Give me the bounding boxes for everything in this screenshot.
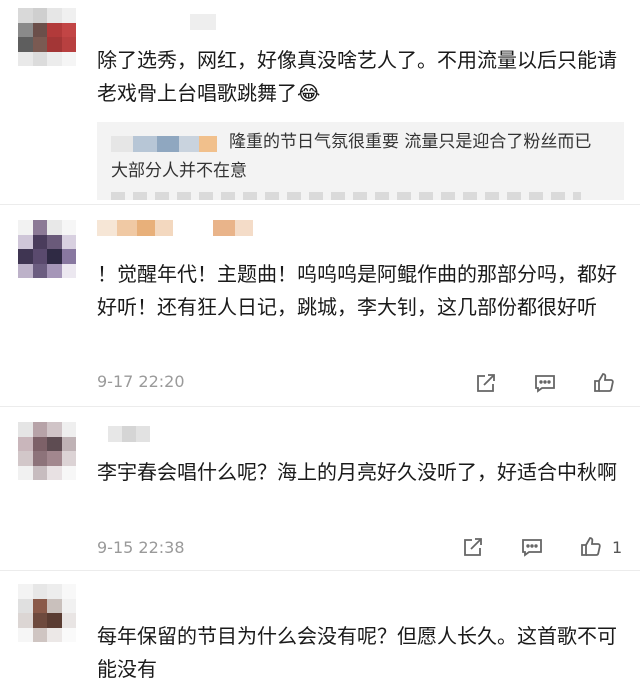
comment-text: 除了选秀，网红，好像真没啥艺人了。不用流量以后只能请老戏骨上台唱歌跳舞了😂 xyxy=(97,48,617,105)
thumbs-up-icon xyxy=(594,373,614,392)
overflow-text-fragment xyxy=(111,192,581,200)
divider xyxy=(0,570,640,571)
comment-timestamp: 9-17 22:20 xyxy=(97,372,185,391)
comment-text: 李宇春会唱什么呢？海上的月亮好久没听了，好适合中秋啊 xyxy=(97,460,617,484)
comment-button[interactable] xyxy=(530,368,560,398)
avatar[interactable] xyxy=(18,8,76,66)
comment-icon xyxy=(535,375,555,393)
share-button[interactable] xyxy=(458,532,488,562)
avatar[interactable] xyxy=(18,584,76,642)
avatar[interactable] xyxy=(18,220,76,278)
divider xyxy=(0,204,640,205)
username-blurred xyxy=(97,220,253,236)
username-blurred xyxy=(108,426,150,442)
comment-text: ！觉醒年代！主题曲！呜呜呜是阿鲲作曲的那部分吗，都好好听！还有狂人日记，跳城，李… xyxy=(97,262,617,319)
share-icon xyxy=(464,538,482,556)
divider xyxy=(0,406,640,407)
comment-button[interactable] xyxy=(517,532,547,562)
comment-text: 每年保留的节目为什么会没有呢？但愿人长久。这首歌不可能没有 xyxy=(97,624,617,681)
share-button[interactable] xyxy=(471,368,501,398)
like-button[interactable] xyxy=(576,532,606,562)
reply-quote[interactable]: 隆重的节日气氛很重要 流量只是迎合了粉丝而已 大部分人并不在意 xyxy=(97,122,624,200)
like-count: 1 xyxy=(612,538,623,557)
avatar[interactable] xyxy=(18,422,76,480)
username-blurred xyxy=(190,14,216,30)
share-icon xyxy=(477,374,495,392)
comment-timestamp: 9-15 22:38 xyxy=(97,538,185,557)
quote-text: 隆重的节日气氛很重要 流量只是迎合了粉丝而已 大部分人并不在意 xyxy=(111,132,592,181)
thumbs-up-icon xyxy=(581,537,601,556)
like-button[interactable] xyxy=(589,368,619,398)
comment-icon xyxy=(522,539,542,557)
